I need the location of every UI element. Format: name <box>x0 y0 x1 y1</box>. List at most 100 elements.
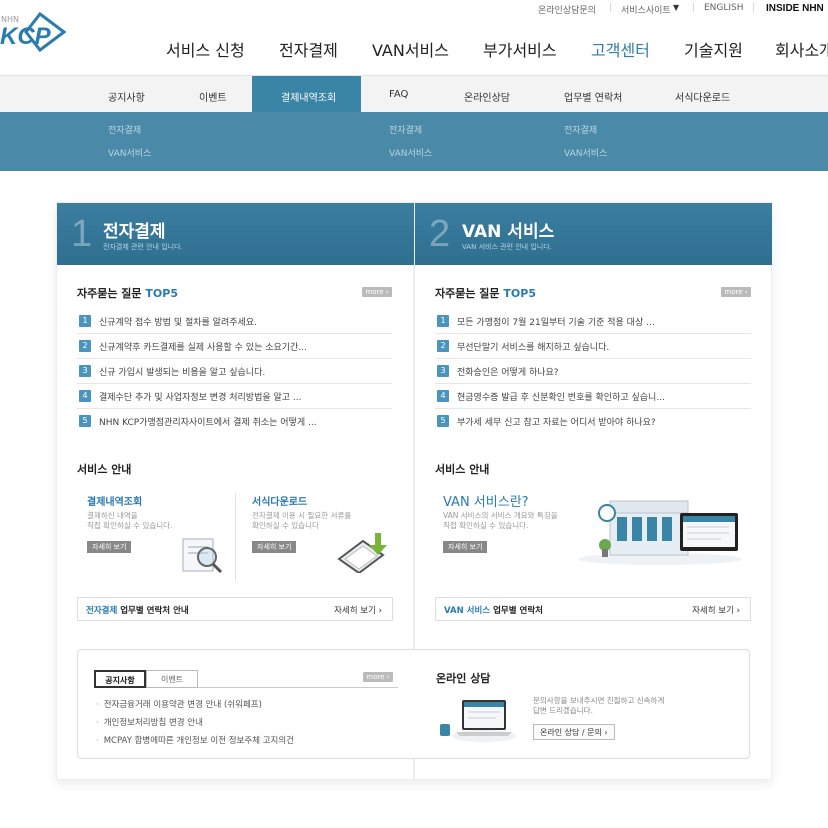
online-counsel-title: 온라인 상담 <box>436 672 491 685</box>
faq-item[interactable]: 5 NHN KCP가맹점관리자사이트에서 결제 취소는 어떻게 ... <box>77 409 392 434</box>
gnb-addon[interactable]: 부가서비스 <box>483 37 557 61</box>
service-desc: 직접 확인하실 수 있습니다. <box>87 521 173 530</box>
faq-number-5: 5 <box>437 415 449 427</box>
payment-history-detail-button[interactable]: 자세히 보기 <box>87 541 132 553</box>
gnb-customer-center[interactable]: 고객센터 <box>591 37 650 61</box>
faq-text: 전화승인은 어떻게 하나요? <box>457 368 559 378</box>
service-desc: 전자결제 이용 시 필요한 서류를 <box>252 511 352 520</box>
faq-item[interactable]: 4 현금영수증 발급 후 신분확인 번호를 확인하고 싶습니... <box>435 384 751 409</box>
dropdown-item[interactable]: VAN서비스 <box>389 146 432 159</box>
faq-item[interactable]: 2 신규계약후 카드결제를 실제 사용할 수 있는 소요기간... <box>77 334 392 359</box>
faq-item[interactable]: 1 모든 가맹점이 7월 21일부터 기술 기준 적용 대상 ... <box>435 309 751 334</box>
online-counsel-button[interactable]: 온라인 상담 / 문의 › <box>533 724 615 740</box>
gnb-van[interactable]: VAN서비스 <box>372 37 449 61</box>
subnav-forms[interactable]: 서식다운로드 <box>675 89 730 104</box>
epayment-contacts-link[interactable]: 전자결제 업무별 연락처 안내 자세히 보기 › <box>77 597 393 621</box>
faq-number-3: 3 <box>437 365 449 377</box>
faq-item[interactable]: 3 전화승인은 어떻게 하나요? <box>435 359 751 384</box>
faq-number-4: 4 <box>79 390 91 402</box>
header-subtitle: 전자결제 관련 안내 입니다. <box>103 243 183 251</box>
divider: | <box>609 3 613 13</box>
service-site-link[interactable]: 서비스사이트 <box>621 3 671 16</box>
online-counsel-link[interactable]: 온라인상담문의 <box>538 3 596 16</box>
subnav-event[interactable]: 이벤트 <box>199 89 227 104</box>
dropdown-item[interactable]: 전자결제 <box>108 123 141 136</box>
subnav-online-counsel[interactable]: 온라인상담 <box>464 89 510 104</box>
service-desc: 결제하신 내역을 <box>87 511 138 520</box>
van-service-title[interactable]: VAN 서비스란? <box>443 491 529 510</box>
download-document-icon <box>335 529 393 575</box>
contacts-more[interactable]: 자세히 보기 › <box>334 604 382 616</box>
faq-item[interactable]: 1 신규계약 접수 방법 및 절차를 알려주세요. <box>77 309 392 334</box>
dropdown-item[interactable]: 전자결제 <box>564 123 597 136</box>
service-desc: VAN 서비스의 서비스 개요와 특징을 <box>443 511 558 520</box>
gnb-company[interactable]: 회사소개 <box>775 37 828 61</box>
notice-counsel-box: 공지사항 이벤트 more › 전자금융거래 이용약관 변경 안내 (쉬워페프)… <box>77 649 750 759</box>
service-desc: 직접 확인하실 수 있습니다. <box>443 521 529 530</box>
tab-event[interactable]: 이벤트 <box>146 670 198 688</box>
faq-text: NHN KCP가맹점관리자사이트에서 결제 취소는 어떻게 ... <box>99 418 317 428</box>
subnav-notice[interactable]: 공지사항 <box>108 89 145 104</box>
contacts-more[interactable]: 자세히 보기 › <box>692 604 740 616</box>
forms-download-title[interactable]: 서식다운로드 <box>252 493 307 508</box>
faq-text: 신규 가입시 발생되는 비용을 알고 싶습니다. <box>99 368 266 378</box>
van-contacts-link[interactable]: VAN 서비스 업무별 연락처 자세히 보기 › <box>435 597 751 621</box>
faq-item[interactable]: 5 부가세 세무 신고 참고 자료는 어디서 받아야 하나요? <box>435 409 751 434</box>
notice-item[interactable]: MCPAY 합병에따른 개인정보 이전 정보주체 고지의건 <box>96 734 294 746</box>
notice-item[interactable]: 전자금융거래 이용약관 변경 안내 (쉬워페프) <box>96 698 262 710</box>
faq-item[interactable]: 4 결제수단 추가 및 사업자정보 변경 처리방법을 알고 ... <box>77 384 392 409</box>
laptop-cup-illustration <box>436 694 516 742</box>
van-header: 2 VAN 서비스 VAN 서비스 관련 안내 입니다. <box>415 203 772 265</box>
payment-history-title[interactable]: 결제내역조회 <box>87 493 142 508</box>
gnb-service-apply[interactable]: 서비스 신청 <box>166 37 245 61</box>
subnav-payment-history[interactable]: 결제내역조회 <box>281 89 336 104</box>
caret-down-icon[interactable]: ▼ <box>673 3 679 12</box>
service-divider <box>235 493 236 581</box>
subnav-contacts[interactable]: 업무별 연락처 <box>564 89 622 104</box>
faq-number-1: 1 <box>437 315 449 327</box>
divider: | <box>692 3 696 13</box>
notice-item[interactable]: 개인정보처리방침 변경 안내 <box>96 716 203 728</box>
subnav-faq[interactable]: FAQ <box>389 89 408 100</box>
kcp-logo[interactable]: NHN KCP <box>0 10 70 54</box>
dropdown-item[interactable]: 전자결제 <box>389 123 422 136</box>
van-detail-button[interactable]: 자세히 보기 <box>443 541 488 553</box>
header-number: 2 <box>429 213 451 255</box>
inside-nhn-link[interactable]: INSIDE NHN <box>766 3 824 14</box>
contacts-link-rest: 업무별 연락처 안내 <box>117 606 189 616</box>
gnb-epayment[interactable]: 전자결제 <box>279 37 338 61</box>
faq-number-2: 2 <box>437 340 449 352</box>
contacts-link-strong: 전자결제 <box>86 606 118 616</box>
sub-nav: 공지사항 이벤트 결제내역조회 FAQ 온라인상담 업무별 연락처 서식다운로드 <box>0 75 828 113</box>
epayment-header: 1 전자결제 전자결제 관련 안내 입니다. <box>57 203 414 265</box>
dropdown-item[interactable]: VAN서비스 <box>564 146 607 159</box>
faq-more-button[interactable]: more › <box>362 287 392 297</box>
faq-text: 신규계약후 카드결제를 실제 사용할 수 있는 소요기간... <box>99 343 307 353</box>
contacts-link-text: 전자결제 업무별 연락처 안내 <box>86 604 189 616</box>
faq-number-4: 4 <box>437 390 449 402</box>
faq-top5: TOP5 <box>503 287 536 300</box>
online-counsel-desc: 답변 드리겠습니다. <box>533 706 593 715</box>
header-number: 1 <box>71 213 93 255</box>
faq-number-2: 2 <box>79 340 91 352</box>
dropdown-item[interactable]: VAN서비스 <box>108 146 151 159</box>
english-link[interactable]: ENGLISH <box>704 3 744 13</box>
faq-item[interactable]: 2 무선단말기 서비스를 해지하고 싶습니다. <box>435 334 751 359</box>
notice-more-button[interactable]: more › <box>363 672 393 682</box>
service-guide-title: 서비스 안내 <box>77 463 132 476</box>
faq-more-button[interactable]: more › <box>721 287 751 297</box>
faq-text: 신규계약 접수 방법 및 절차를 알려주세요. <box>99 318 257 328</box>
faq-title-text: 자주묻는 질문 <box>435 287 500 300</box>
service-guide-title: 서비스 안내 <box>435 463 490 476</box>
online-counsel-desc: 문의사항을 보내주시면 친절하고 신속하게 <box>533 696 665 705</box>
kcp-logo-mark: NHN KCP <box>0 11 67 53</box>
faq-title-text: 자주묻는 질문 <box>77 287 142 300</box>
page: 온라인상담문의 | 서비스사이트 ▼ | ENGLISH | INSIDE NH… <box>0 0 828 828</box>
faq-item[interactable]: 3 신규 가입시 발생되는 비용을 알고 싶습니다. <box>77 359 392 384</box>
customer-center-panel: 1 전자결제 전자결제 관련 안내 입니다. 2 VAN 서비스 VAN 서비스… <box>56 202 772 781</box>
tab-notice[interactable]: 공지사항 <box>94 670 146 688</box>
gnb-tech-support[interactable]: 기술지원 <box>684 37 743 61</box>
header-title: 전자결제 <box>103 222 166 242</box>
forms-detail-button[interactable]: 자세히 보기 <box>252 541 297 553</box>
header-subtitle: VAN 서비스 관련 안내 입니다. <box>462 243 552 251</box>
